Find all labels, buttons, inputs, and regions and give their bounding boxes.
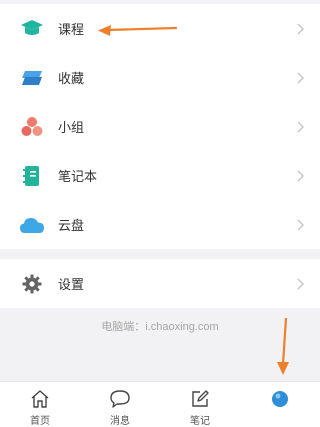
chevron-right-icon [294, 71, 308, 85]
menu-item-settings[interactable]: 设置 [0, 259, 320, 308]
gear-icon [16, 268, 48, 300]
chat-icon [109, 388, 131, 410]
menu-item-favorites[interactable]: 收藏 [0, 53, 320, 102]
bottom-tab-bar: 首页 消息 笔记 [0, 381, 320, 427]
layers-icon [16, 62, 48, 94]
section-gap [0, 249, 320, 259]
menu-item-label: 小组 [58, 120, 85, 135]
chevron-right-icon [294, 277, 308, 291]
chevron-right-icon [294, 22, 308, 36]
menu-item-label: 云盘 [58, 218, 85, 233]
tab-notes[interactable]: 笔记 [160, 382, 240, 427]
chevron-right-icon [294, 169, 308, 183]
menu-item-label: 笔记本 [58, 169, 98, 184]
edit-icon [189, 388, 211, 410]
tab-messages[interactable]: 消息 [80, 382, 160, 427]
menu-item-groups[interactable]: 小组 [0, 102, 320, 151]
tab-label: 首页 [30, 416, 50, 427]
home-icon [29, 388, 51, 410]
profile-icon [269, 388, 291, 410]
graduation-cap-icon [16, 13, 48, 45]
chevron-right-icon [294, 120, 308, 134]
tab-home[interactable]: 首页 [0, 382, 80, 427]
menu-item-label: 设置 [58, 277, 85, 292]
menu-item-cloud-disk[interactable]: 云盘 [0, 200, 320, 249]
main-menu: 课程 收藏 小组 笔记本 云盘 [0, 4, 320, 249]
chevron-right-icon [294, 218, 308, 232]
menu-item-label: 收藏 [58, 71, 85, 86]
menu-item-notebook[interactable]: 笔记本 [0, 151, 320, 200]
cloud-icon [16, 209, 48, 241]
tab-label: 笔记 [190, 416, 210, 427]
pc-site-note: 电脑端：i.chaoxing.com [101, 321, 219, 333]
notebook-icon [16, 160, 48, 192]
tab-profile[interactable] [240, 382, 320, 427]
circles-icon [16, 111, 48, 143]
settings-menu: 设置 [0, 259, 320, 308]
tab-label: 消息 [110, 416, 130, 427]
annotation-arrow-down [277, 318, 289, 375]
annotation-arrow-left [98, 25, 178, 36]
